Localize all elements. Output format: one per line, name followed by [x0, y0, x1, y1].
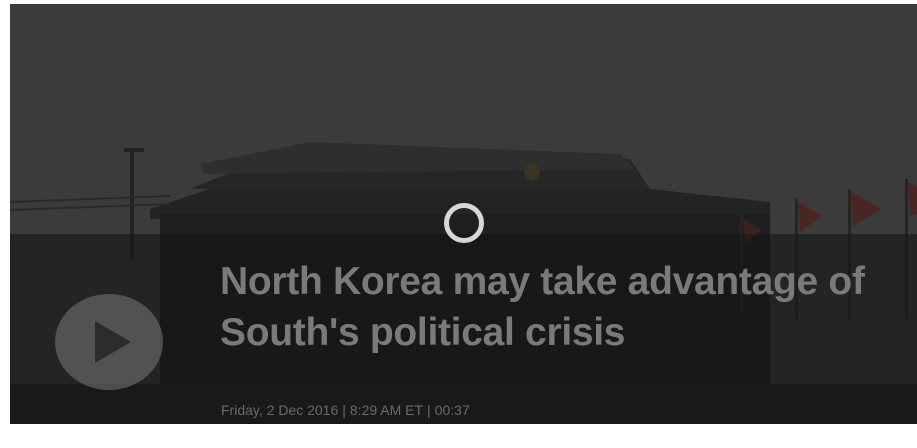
video-time: 8:29 AM ET [349, 402, 424, 418]
meta-separator: | [427, 402, 431, 418]
video-date: Friday, 2 Dec 2016 [221, 402, 339, 418]
play-icon [95, 321, 131, 363]
video-title[interactable]: North Korea may take advantage of South'… [220, 256, 890, 358]
play-button[interactable] [55, 294, 163, 390]
video-duration: 00:37 [434, 402, 470, 418]
video-meta: Friday, 2 Dec 2016 | 8:29 AM ET | 00:37 [221, 402, 470, 418]
video-player[interactable]: North Korea may take advantage of South'… [10, 4, 917, 424]
meta-separator: | [342, 402, 346, 418]
loading-spinner-icon [444, 203, 484, 243]
